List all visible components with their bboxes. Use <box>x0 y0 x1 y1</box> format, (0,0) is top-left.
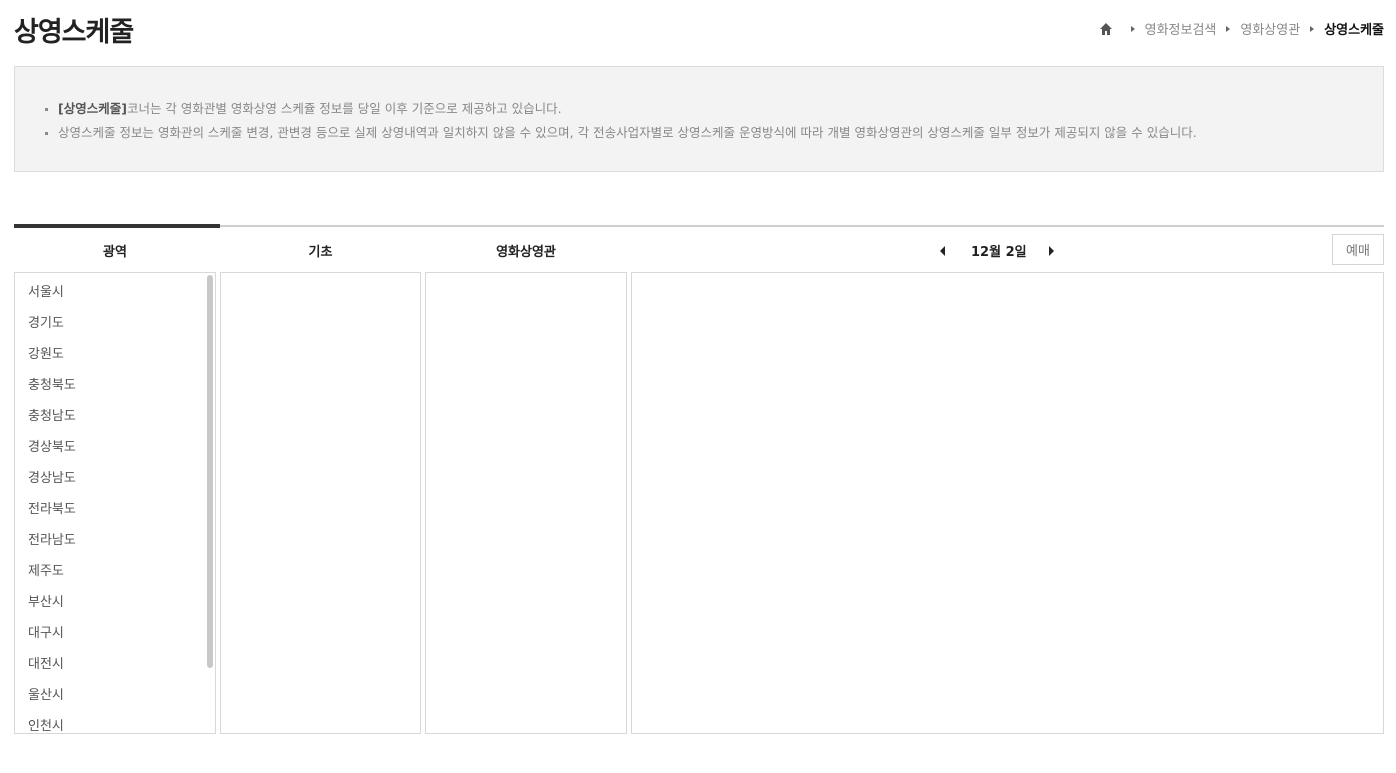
region-item[interactable]: 전라남도 <box>15 531 215 562</box>
caret-right-icon[interactable] <box>1048 245 1054 256</box>
notice-box: [상영스케줄]코너는 각 영화관별 영화상영 스케쥴 정보를 당일 이후 기준으… <box>14 66 1384 172</box>
breadcrumb-item-movie-search[interactable]: 영화정보검색 <box>1145 19 1217 38</box>
schedule-panel <box>631 272 1384 734</box>
column-header-basic: 기초 <box>308 245 333 260</box>
region-item[interactable]: 제주도 <box>15 562 215 593</box>
breadcrumb-separator-icon <box>1226 25 1231 32</box>
column-header-region: 광역 <box>103 245 127 260</box>
region-item[interactable]: 전라북도 <box>15 500 215 531</box>
basic-list-panel <box>220 272 421 734</box>
reserve-button[interactable]: 예매 <box>1332 234 1384 265</box>
notice-line-2: 상영스케줄 정보는 영화관의 스케줄 변경, 관변경 등으로 실제 상영내역과 … <box>45 121 1353 145</box>
home-icon[interactable] <box>1099 22 1113 36</box>
breadcrumb: 영화정보검색 영화상영관 상영스케줄 <box>1099 19 1384 38</box>
region-item[interactable]: 울산시 <box>15 686 215 717</box>
breadcrumb-item-theaters[interactable]: 영화상영관 <box>1240 19 1300 38</box>
breadcrumb-current: 상영스케줄 <box>1324 23 1384 38</box>
region-item[interactable]: 경상북도 <box>15 438 215 469</box>
region-list-panel: 서울시 경기도 강원도 충청북도 충청남도 경상북도 경상남도 전라북도 전라남도 제주도 부산시 대… <box>14 272 216 734</box>
notice-line-1-bold: [상영스케줄] <box>58 101 127 116</box>
region-item[interactable]: 경상남도 <box>15 469 215 500</box>
region-item[interactable]: 서울시 <box>15 283 215 314</box>
region-item[interactable]: 충청남도 <box>15 407 215 438</box>
region-item[interactable]: 대구시 <box>15 624 215 655</box>
notice-line-1-text: 코너는 각 영화관별 영화상영 스케쥴 정보를 당일 이후 기준으로 제공하고 … <box>126 101 562 116</box>
region-item[interactable]: 대전시 <box>15 655 215 686</box>
date-navigator: 12월 2일 <box>940 241 1054 260</box>
region-list-scrollbar[interactable] <box>207 275 213 668</box>
page-title: 상영스케줄 <box>14 17 134 48</box>
column-header-theater: 영화상영관 <box>496 245 556 260</box>
notice-line-1: [상영스케줄]코너는 각 영화관별 영화상영 스케쥴 정보를 당일 이후 기준으… <box>45 97 1353 121</box>
region-item[interactable]: 부산시 <box>15 593 215 624</box>
region-list: 서울시 경기도 강원도 충청북도 충청남도 경상북도 경상남도 전라북도 전라남도 제주도 부산시 대… <box>15 273 215 733</box>
region-item[interactable]: 인천시 <box>15 717 215 733</box>
date-label: 12월 2일 <box>971 245 1027 260</box>
breadcrumb-separator-icon <box>1310 25 1315 32</box>
caret-left-icon[interactable] <box>940 245 945 256</box>
active-column-indicator <box>14 224 220 228</box>
region-item[interactable]: 경기도 <box>15 314 215 345</box>
region-item[interactable]: 강원도 <box>15 345 215 376</box>
theater-list-panel <box>425 272 627 734</box>
breadcrumb-separator-icon <box>1130 25 1135 32</box>
region-item[interactable]: 충청북도 <box>15 376 215 407</box>
